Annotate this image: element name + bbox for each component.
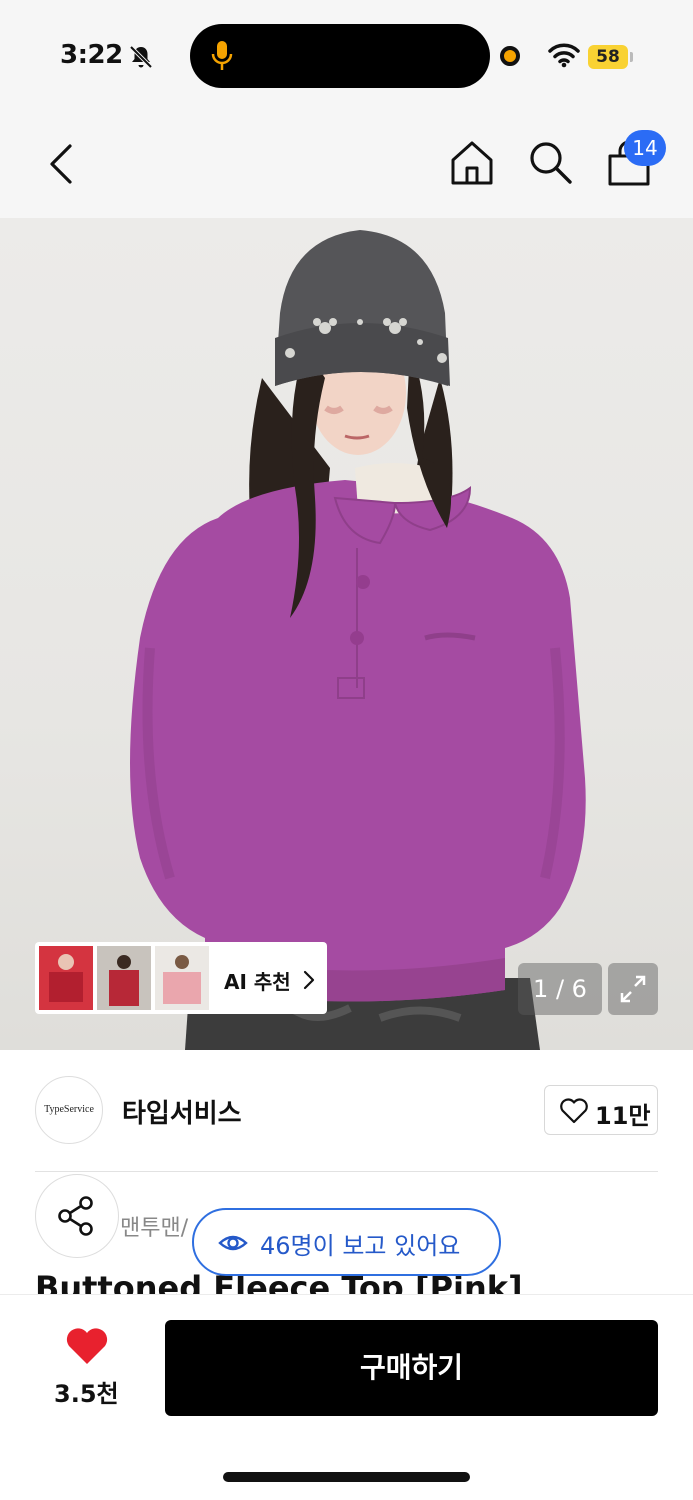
share-button[interactable] [35, 1174, 119, 1258]
chevron-right-icon[interactable] [302, 968, 316, 992]
brand-name[interactable]: 타입서비스 [122, 1093, 242, 1130]
heart-outline-icon [560, 1098, 588, 1124]
favorite-count: 3.5천 [54, 1380, 119, 1408]
search-icon[interactable] [526, 138, 574, 186]
cart-count-badge: 14 [624, 130, 666, 166]
image-counter: 1 / 6 [518, 963, 602, 1015]
home-icon[interactable] [448, 138, 496, 186]
mic-icon [211, 41, 233, 70]
ai-thumb-3[interactable] [155, 946, 209, 1010]
buy-button[interactable]: 구매하기 [165, 1320, 658, 1416]
back-icon[interactable] [44, 142, 80, 186]
home-indicator [223, 1472, 470, 1482]
battery-tip [630, 52, 633, 62]
expand-icon [620, 975, 646, 1003]
viewers-text: 46명이 보고 있어요 [260, 1232, 461, 1260]
product-category[interactable]: 맨투맨/ [120, 1210, 188, 1242]
ai-recommend-label[interactable]: AI 추천 [224, 966, 291, 995]
status-bar: 3:22 58 [0, 0, 693, 112]
viewers-badge: 46명이 보고 있어요 [192, 1208, 501, 1276]
nav-bar [0, 112, 693, 218]
brand-like-count: 11만 [595, 1102, 651, 1130]
heart-icon[interactable] [64, 1326, 110, 1366]
recording-indicator [500, 46, 520, 66]
section-divider [35, 1171, 658, 1172]
ai-thumb-1[interactable] [39, 946, 93, 1010]
ai-thumb-2[interactable] [97, 946, 151, 1010]
wifi-icon [548, 43, 580, 68]
brand-logo[interactable]: TypeService [35, 1076, 103, 1144]
share-icon [58, 1196, 93, 1236]
status-time: 3:22 [60, 40, 123, 70]
brand-like-button[interactable]: 11만 [544, 1085, 658, 1135]
battery-level: 58 [588, 45, 628, 69]
product-photo-illustration [130, 230, 586, 1050]
eye-icon [218, 1235, 248, 1251]
expand-button[interactable] [608, 963, 658, 1015]
product-photo[interactable] [0, 218, 693, 1050]
bell-off-icon [129, 45, 153, 69]
